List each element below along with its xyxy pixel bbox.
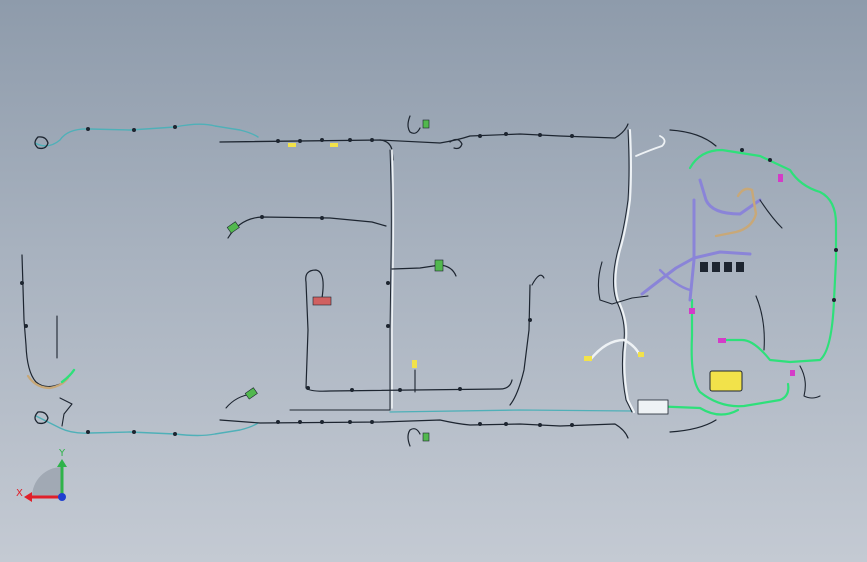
top-main-dark-wire: [219, 139, 394, 161]
dark-right-outer: [799, 365, 821, 399]
top-main-dark-wire-right: [379, 123, 629, 144]
top-left-branch: [34, 115, 629, 161]
top-left-end-loop: [34, 136, 49, 150]
dark-upper-right-loop: [759, 199, 783, 229]
harness-diagram-canvas[interactable]: X Y: [0, 0, 867, 562]
triad-x-arrowhead: [24, 492, 32, 502]
triad-z-origin: [58, 493, 66, 501]
connector-green-mid: [434, 259, 444, 272]
connector-yellow-small-5: [638, 352, 644, 357]
dark-lower-wire: [669, 419, 717, 433]
connector-yellow-small-4: [584, 356, 592, 361]
bottom-left-teal-wire: [35, 415, 259, 437]
rc-top-hook: [635, 135, 666, 157]
triad-y-arrowhead: [57, 459, 67, 467]
far-left-branch: [21, 254, 76, 427]
connector-yellow-box: [709, 370, 743, 392]
connector-dark-relay-1: [700, 262, 708, 272]
mid-left-branch: [227, 216, 387, 239]
connector-yellow-small-1: [288, 143, 296, 147]
connector-red-mid: [312, 296, 332, 306]
purple-bundle-c: [688, 198, 696, 302]
coordinate-triad: X Y: [16, 448, 67, 502]
dark-upper-wire: [669, 129, 717, 147]
mid-loop-wire: [305, 269, 513, 392]
mid-right-branch: [391, 264, 457, 277]
purple-bundle-a: [698, 178, 762, 216]
rc-side-branch: [597, 261, 649, 305]
green-loop-main: [688, 148, 838, 364]
rc-white-curve: [588, 338, 642, 362]
far-left-green-wire: [60, 368, 76, 384]
top-left-teal-wire: [34, 123, 259, 147]
connector-yellow-small-2: [330, 143, 338, 147]
purple-bundle-b: [640, 250, 752, 296]
connector-white-fuse-box: [637, 399, 669, 415]
bottom-left-branch: [34, 393, 633, 447]
connector-magenta-b: [778, 174, 783, 182]
rc-white-vertical: [614, 129, 635, 413]
triad-quadrant-shading: [32, 467, 62, 497]
triad-y-label: Y: [58, 448, 66, 459]
connector-magenta-c: [718, 338, 726, 343]
dark-right-wire: [755, 295, 765, 351]
connector-dark-relay-2: [712, 262, 720, 272]
connector-magenta-d: [790, 370, 795, 376]
bottom-loop-410: [407, 428, 421, 447]
top-loop-410: [407, 115, 421, 134]
bottom-teal-horizontal: [389, 409, 633, 413]
connector-magenta-a: [689, 308, 695, 314]
connector-dark-relay-3: [724, 262, 732, 272]
connector-yellow-small-3: [412, 360, 417, 368]
far-left-zigzag: [59, 397, 73, 427]
top-loop-455: [449, 138, 463, 150]
connector-green-bottom-left: [244, 387, 258, 400]
connectors: [226, 119, 795, 442]
connector-green-top-center: [422, 119, 430, 129]
purple-bundle-d: [658, 268, 692, 292]
connector-green-top-left: [226, 221, 240, 234]
far-left-vertical-wire: [21, 254, 61, 388]
bottom-left-end-loop: [34, 411, 49, 425]
central-trunk: [227, 149, 545, 411]
connector-green-bottom-center: [422, 432, 430, 442]
trunk-dark-vertical: [389, 149, 392, 411]
mid-right-vertical: [509, 284, 531, 406]
triad-x-label: X: [16, 488, 23, 499]
right-center-branch: [588, 129, 666, 413]
connector-dark-relay-4: [736, 262, 744, 272]
trunk-white-vertical: [391, 149, 395, 409]
mid-right-hook: [531, 274, 545, 286]
